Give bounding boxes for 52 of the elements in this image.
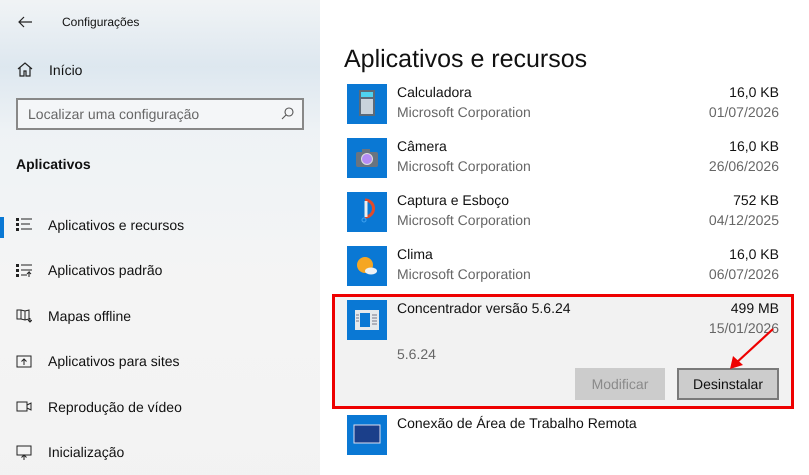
app-date: 26/06/2026 [708, 158, 779, 174]
home-link[interactable]: Início [17, 62, 82, 78]
app-date: 15/01/2026 [708, 320, 779, 336]
uninstall-button[interactable]: Desinstalar [676, 368, 779, 400]
nav-item[interactable]: Inicialização [0, 429, 320, 475]
app-size: 16,0 KB [729, 84, 779, 100]
list-icon [16, 217, 32, 232]
nav-item[interactable]: Aplicativos e recursos [0, 202, 320, 248]
window-arrow-icon [16, 354, 32, 369]
app-publisher: Microsoft Corporation [397, 104, 531, 120]
app-list-item[interactable]: Clima 16,0 KB Microsoft Corporation 06/07/2026 [332, 240, 794, 294]
app-name: Conexão de Área de Trabalho Remota [397, 415, 637, 431]
app-list-item[interactable]: Captura e Esboço 752 KB Microsoft Corporation 04/12/2025 [332, 186, 794, 240]
video-icon [16, 399, 32, 414]
app-date: 04/12/2025 [708, 212, 779, 228]
nav-item[interactable]: Mapas offline [0, 292, 320, 338]
calculator-icon [347, 84, 387, 124]
app-size: 16,0 KB [729, 246, 779, 262]
back-arrow-icon[interactable] [18, 16, 32, 28]
list-arrow-icon [16, 262, 32, 278]
app-list-item[interactable]: Câmera 16,0 KB Microsoft Corporation 26/06/2026 [332, 132, 794, 186]
app-publisher: Microsoft Corporation [397, 212, 531, 228]
app-publisher: Microsoft Corporation [397, 266, 531, 282]
app-list-item[interactable]: Calculadora 16,0 KB Microsoft Corporation 01/07/2026 [332, 78, 794, 132]
app-size: 499 MB [730, 300, 779, 316]
monitor-icon [347, 415, 387, 455]
app-date: 01/07/2026 [708, 104, 779, 120]
app-name: Captura e Esboço [397, 192, 510, 208]
sun-cloud-icon [347, 246, 387, 286]
app-size: 16,0 KB [729, 138, 779, 154]
app-version: 5.6.24 [397, 346, 437, 362]
nav-item[interactable]: Aplicativos para sites [0, 338, 320, 384]
nav-item[interactable]: Reprodução de vídeo [0, 384, 320, 430]
section-heading: Aplicativos [16, 156, 91, 172]
map-icon [16, 308, 32, 324]
app-publisher: Microsoft Corporation [397, 158, 531, 174]
app-list-item[interactable]: Conexão de Área de Trabalho Remota [332, 409, 794, 458]
search-field[interactable]: Localizar uma configuração [16, 98, 304, 130]
page-title: Aplicativos e recursos [344, 44, 588, 74]
monitor-icon [16, 444, 32, 460]
app-name: Concentrador versão 5.6.24 [397, 300, 571, 316]
app-name: Calculadora [397, 84, 472, 100]
home-icon [17, 62, 33, 78]
nav-item[interactable]: Aplicativos padrão [0, 247, 320, 293]
window-title: Configurações [62, 15, 140, 30]
camera-icon [347, 138, 387, 178]
app-name: Câmera [397, 138, 447, 154]
app-date: 06/07/2026 [708, 266, 779, 282]
app-name: Clima [397, 246, 433, 262]
search-icon [281, 106, 294, 120]
window-icon [347, 300, 387, 340]
app-size: 752 KB [733, 192, 779, 208]
